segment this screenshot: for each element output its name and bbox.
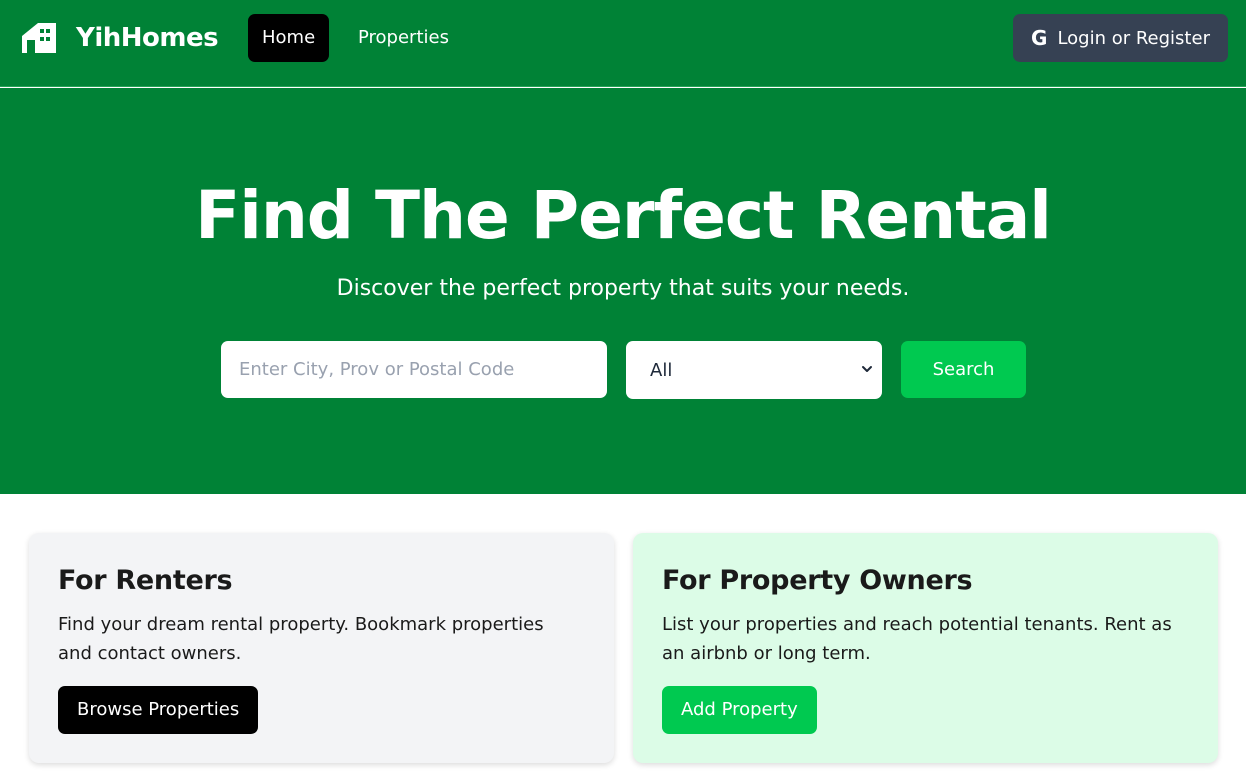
hero-title: Find The Perfect Rental bbox=[195, 177, 1052, 254]
brand-name: YihHomes bbox=[76, 23, 219, 53]
owners-card-text: List your properties and reach potential… bbox=[662, 614, 1172, 664]
property-type-selected: All bbox=[650, 359, 673, 381]
owners-card: For Property Owners List your properties… bbox=[633, 533, 1218, 763]
property-type-select[interactable]: All bbox=[626, 341, 882, 399]
login-register-label: Login or Register bbox=[1057, 27, 1210, 49]
renters-card: For Renters Find your dream rental prope… bbox=[29, 533, 614, 763]
house-icon bbox=[20, 21, 60, 55]
owners-card-title: For Property Owners bbox=[662, 565, 973, 596]
nav-link-properties[interactable]: Properties bbox=[344, 14, 463, 62]
add-property-button[interactable]: Add Property bbox=[662, 686, 817, 734]
navbar: YihHomes Home Properties G Login or Regi… bbox=[0, 0, 1246, 87]
renters-card-text: Find your dream rental property. Bookmar… bbox=[58, 614, 544, 664]
google-icon: G bbox=[1031, 26, 1048, 50]
hero-subtitle: Discover the perfect property that suits… bbox=[336, 276, 910, 301]
chevron-down-icon bbox=[860, 360, 874, 381]
login-register-button[interactable]: G Login or Register bbox=[1013, 14, 1228, 62]
renters-card-title: For Renters bbox=[58, 565, 233, 596]
search-button[interactable]: Search bbox=[901, 341, 1026, 398]
nav-link-home[interactable]: Home bbox=[248, 14, 330, 62]
browse-properties-button[interactable]: Browse Properties bbox=[58, 686, 259, 734]
brand-logo[interactable]: YihHomes bbox=[20, 20, 219, 56]
hero-section: Find The Perfect Rental Discover the per… bbox=[0, 88, 1246, 494]
location-search-input[interactable] bbox=[221, 341, 607, 398]
